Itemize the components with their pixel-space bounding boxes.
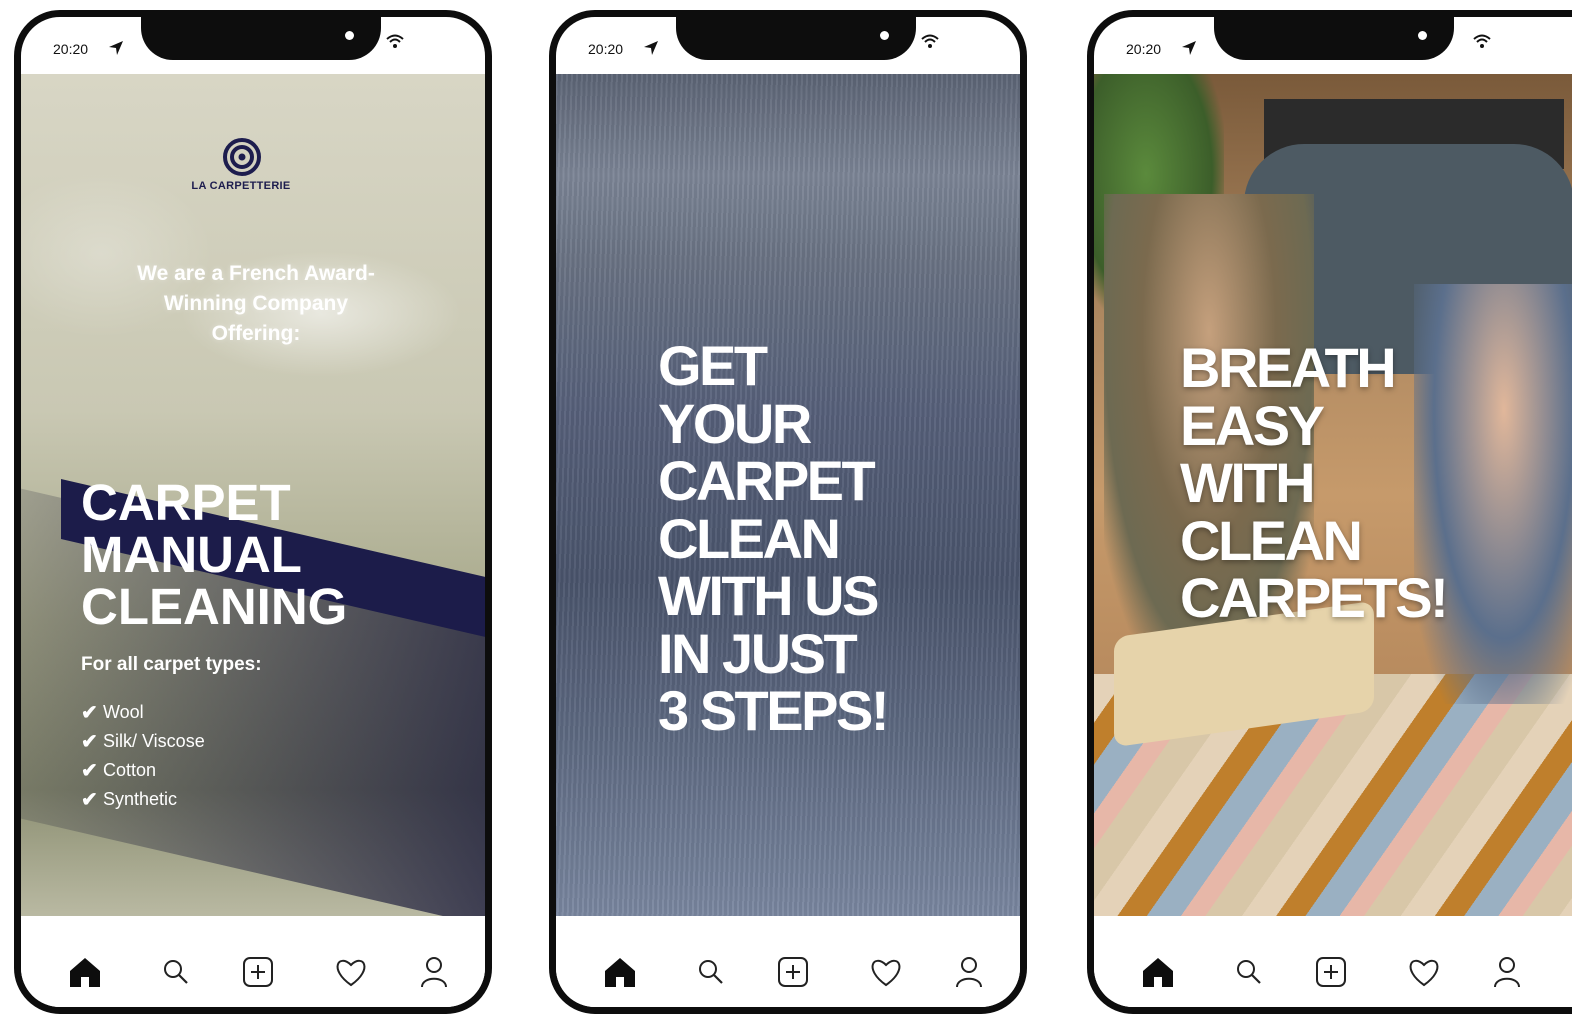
- intro-text: We are a French Award-Winning Company Of…: [137, 262, 375, 345]
- status-time: 20:20: [53, 41, 89, 57]
- wifi-icon: [921, 34, 939, 48]
- headline-line: IN JUST: [658, 621, 858, 685]
- tab-favorites[interactable]: [867, 953, 905, 991]
- brand-logo-text: LA CARPETTERIE: [191, 180, 291, 192]
- profile-icon: [1494, 957, 1520, 988]
- status-time: 20:20: [1126, 41, 1162, 57]
- headline-line: MANUAL: [81, 526, 302, 583]
- headline-line: CLEANING: [81, 578, 348, 635]
- home-icon: [1143, 958, 1173, 987]
- navigation-arrow-icon: [1182, 41, 1196, 55]
- tab-profile[interactable]: [950, 953, 988, 991]
- tab-search[interactable]: [157, 953, 195, 991]
- camera-dot: [880, 31, 889, 40]
- carpet-type-list: ✔ Wool ✔ Silk/ Viscose ✔ Cotton ✔ Synthetic: [81, 698, 205, 814]
- checkmark-icon: ✔: [81, 702, 98, 724]
- headline-line: 3 STEPS!: [658, 679, 889, 742]
- headline-line: EASY: [1180, 393, 1325, 457]
- tab-create[interactable]: [239, 953, 277, 991]
- heart-icon: [336, 959, 366, 987]
- wifi-icon: [1473, 34, 1491, 48]
- search-icon: [164, 960, 188, 984]
- spiral-logo-icon: [223, 138, 261, 176]
- heart-icon: [871, 959, 901, 987]
- wifi-icon: [386, 34, 404, 48]
- tab-search[interactable]: [692, 953, 730, 991]
- bottom-tab-bar: [1094, 916, 1572, 1007]
- story-screen-carpet-cleaning[interactable]: LA CARPETTERIE We are a French Award-Win…: [21, 74, 485, 916]
- phone-notch: [676, 17, 916, 60]
- navigation-arrow-icon: [644, 41, 658, 55]
- heart-icon: [1409, 959, 1439, 987]
- carpet-type-label: Wool: [103, 702, 144, 722]
- phone-mockup-3: 20:20 BREATH EASY WITH CLEAN CARPETS!: [1087, 10, 1572, 1014]
- carpet-type-label: Synthetic: [103, 789, 178, 809]
- list-item: ✔ Wool: [81, 698, 205, 727]
- status-time: 20:20: [588, 41, 624, 57]
- headline-line: CLEAN: [658, 506, 841, 570]
- home-icon: [605, 958, 635, 987]
- tab-home[interactable]: [66, 953, 104, 991]
- profile-icon: [421, 957, 447, 988]
- checkmark-icon: ✔: [81, 760, 98, 782]
- tab-profile[interactable]: [415, 953, 453, 991]
- tab-profile[interactable]: [1488, 953, 1526, 991]
- tab-search[interactable]: [1230, 953, 1268, 991]
- tab-create[interactable]: [1312, 953, 1350, 991]
- tab-favorites[interactable]: [332, 953, 370, 991]
- phone-notch: [141, 17, 381, 60]
- tab-home[interactable]: [601, 953, 639, 991]
- headline: CARPET MANUAL CLEANING: [81, 477, 481, 633]
- carpet-type-label: Cotton: [103, 760, 157, 780]
- headline: GET YOUR CARPET CLEAN WITH US IN JUST 3 …: [658, 337, 958, 740]
- tab-create[interactable]: [774, 953, 812, 991]
- headline-line: CARPET: [81, 474, 291, 531]
- headline-line: CLEAN: [1180, 508, 1363, 572]
- checkmark-icon: ✔: [81, 731, 98, 753]
- bottom-tab-bar: [21, 916, 485, 1007]
- search-icon: [1237, 960, 1261, 984]
- headline: BREATH EASY WITH CLEAN CARPETS!: [1180, 339, 1500, 627]
- headline-line: YOUR: [658, 391, 812, 455]
- headline-line: CARPETS!: [1180, 566, 1449, 629]
- camera-dot: [345, 31, 354, 40]
- list-item: ✔ Synthetic: [81, 785, 205, 814]
- add-icon: [778, 957, 808, 987]
- home-icon: [70, 958, 100, 987]
- navigation-arrow-icon: [109, 41, 123, 55]
- phone-mockup-2: 20:20 GET YOUR CARPET CLEAN WITH US IN J…: [549, 10, 1027, 1014]
- headline-line: WITH US: [658, 564, 879, 627]
- list-item: ✔ Cotton: [81, 756, 205, 785]
- add-icon: [1316, 957, 1346, 987]
- add-icon: [243, 957, 273, 987]
- headline-line: BREATH: [1180, 336, 1397, 399]
- phone-mockup-1: 20:20 LA CARPETTERIE We are a French Awa…: [14, 10, 492, 1014]
- phone-notch: [1214, 17, 1454, 60]
- profile-icon: [956, 957, 982, 988]
- tab-favorites[interactable]: [1405, 953, 1443, 991]
- bottom-tab-bar: [556, 916, 1020, 1007]
- headline-line: GET: [658, 334, 768, 397]
- list-item: ✔ Silk/ Viscose: [81, 727, 205, 756]
- tab-home[interactable]: [1139, 953, 1177, 991]
- camera-dot: [1418, 31, 1427, 40]
- headline-line: WITH: [1180, 451, 1316, 514]
- story-screen-breath-easy[interactable]: BREATH EASY WITH CLEAN CARPETS!: [1094, 74, 1572, 916]
- checkmark-icon: ✔: [81, 789, 98, 811]
- story-screen-three-steps[interactable]: GET YOUR CARPET CLEAN WITH US IN JUST 3 …: [556, 74, 1020, 916]
- carpet-type-label: Silk/ Viscose: [103, 731, 205, 751]
- search-icon: [699, 960, 723, 984]
- subheading: For all carpet types:: [81, 654, 262, 675]
- headline-line: CARPET: [658, 449, 876, 512]
